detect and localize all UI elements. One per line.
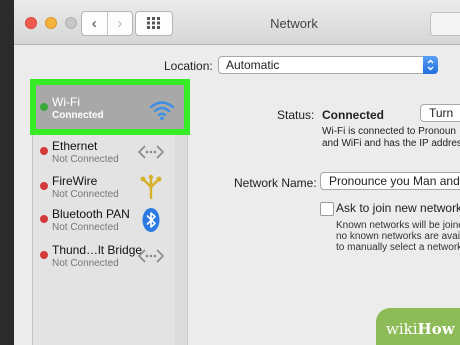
watermark-brand-light: wiki bbox=[386, 320, 418, 338]
zoom-button[interactable] bbox=[65, 17, 77, 29]
status-label: Status: bbox=[277, 108, 315, 122]
search-field[interactable] bbox=[430, 12, 460, 36]
service-status: Not Connected bbox=[52, 154, 119, 165]
status-value: Connected bbox=[322, 108, 385, 122]
forward-button[interactable]: › bbox=[106, 12, 133, 35]
turn-wifi-button[interactable]: Turn bbox=[420, 104, 460, 122]
status-dot-red bbox=[40, 251, 48, 259]
ask-to-join-note-line2: no known networks are availab bbox=[336, 231, 460, 242]
wikihow-watermark: wikiHow bbox=[386, 320, 455, 338]
ethernet-icon bbox=[137, 145, 165, 159]
thunderbolt-bridge-icon bbox=[137, 249, 165, 263]
watermark-brand-bold: How bbox=[417, 320, 455, 338]
status-description-line1: Wi-Fi is connected to Pronoun bbox=[322, 126, 456, 137]
network-name-label: Network Name: bbox=[234, 176, 317, 190]
title-bar: ‹ › Network bbox=[14, 0, 460, 45]
network-preferences-window: ‹ › Network Location: Automatic Wi-Fi Co… bbox=[14, 0, 460, 345]
location-value: Automatic bbox=[226, 58, 280, 72]
network-name-select[interactable]: Pronounce you Man and bbox=[320, 172, 460, 190]
ask-to-join-label: Ask to join new network bbox=[336, 201, 460, 215]
service-item-ethernet[interactable]: Ethernet Not Connected bbox=[32, 132, 175, 172]
highlight-box bbox=[30, 79, 190, 135]
navigation-buttons: ‹ › bbox=[81, 11, 133, 36]
service-name: Bluetooth PAN bbox=[52, 207, 130, 221]
service-name: FireWire bbox=[52, 174, 98, 188]
firewire-icon bbox=[140, 174, 162, 200]
ask-to-join-note-line1: Known networks will be joined bbox=[336, 220, 460, 231]
status-dot-red bbox=[40, 215, 48, 223]
window-title: Network bbox=[270, 16, 318, 31]
service-status: Not Connected bbox=[52, 222, 119, 233]
status-dot-red bbox=[40, 182, 48, 190]
ask-to-join-checkbox[interactable] bbox=[320, 202, 334, 216]
status-description-line2: and WiFi and has the IP addres bbox=[322, 138, 460, 149]
back-button[interactable]: ‹ bbox=[82, 12, 107, 35]
chevron-right-icon: › bbox=[117, 15, 123, 32]
location-select[interactable]: Automatic bbox=[218, 56, 438, 74]
ask-to-join-note-line3: to manually select a network. bbox=[336, 242, 460, 253]
service-name: Thund…lt Bridge bbox=[52, 243, 143, 257]
service-status: Not Connected bbox=[52, 189, 119, 200]
service-status: Not Connected bbox=[52, 258, 119, 269]
service-item-bluetooth-pan[interactable]: Bluetooth PAN Not Connected bbox=[32, 200, 175, 240]
minimize-button[interactable] bbox=[45, 17, 57, 29]
show-all-button[interactable] bbox=[135, 11, 173, 36]
service-name: Ethernet bbox=[52, 139, 98, 153]
grid-icon bbox=[147, 17, 160, 29]
location-label: Location: bbox=[164, 59, 213, 73]
service-item-thunderbolt-bridge[interactable]: Thund…lt Bridge Not Connected bbox=[32, 236, 175, 276]
status-dot-red bbox=[40, 147, 48, 155]
close-button[interactable] bbox=[25, 17, 37, 29]
select-arrows-icon bbox=[423, 56, 438, 74]
chevron-left-icon: ‹ bbox=[91, 15, 97, 32]
bluetooth-icon bbox=[142, 208, 160, 232]
